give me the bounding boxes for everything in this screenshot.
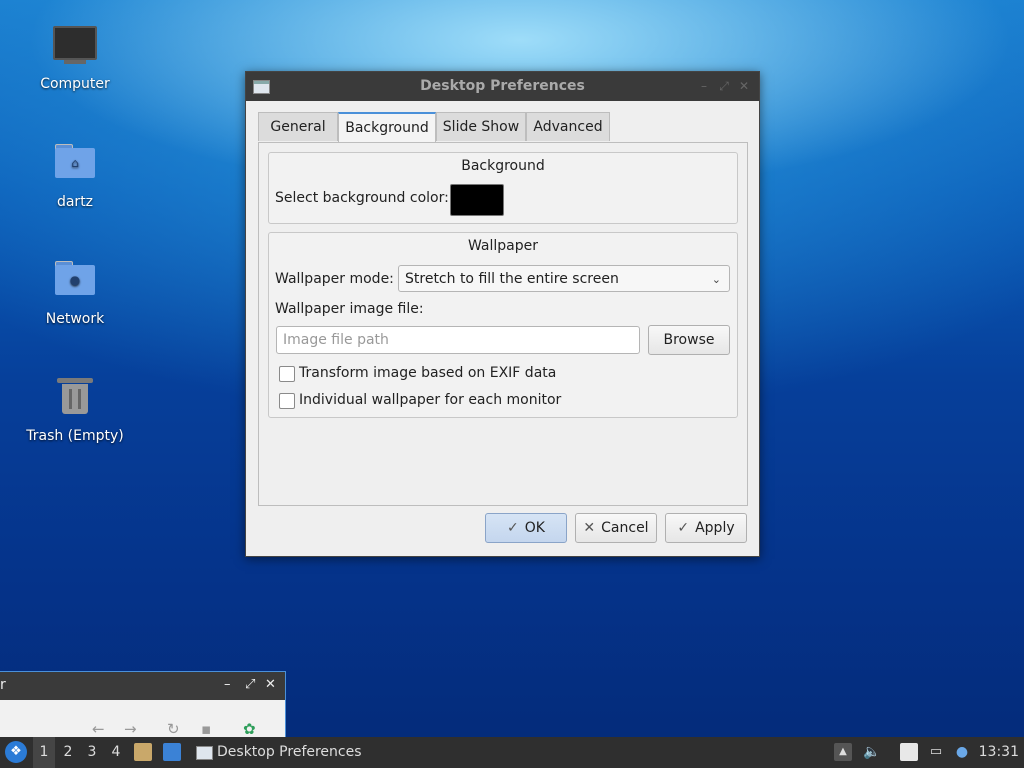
desktop-icon-label: dartz <box>56 194 94 210</box>
wallpaper-file-input[interactable] <box>276 326 640 354</box>
volume-icon[interactable]: 🔈 <box>863 743 881 761</box>
dialog-titlebar[interactable]: Desktop Preferences – ⤢ ✕ <box>246 72 759 101</box>
desktop-icon-trash[interactable]: Trash (Empty) <box>15 372 135 444</box>
background-tab-panel: Background Select background color: Wall… <box>258 142 748 506</box>
checkmark-icon: ✓ <box>677 520 690 536</box>
exif-label: Transform image based on EXIF data <box>299 365 557 381</box>
close-icon[interactable]: ✕ <box>735 77 753 95</box>
tab-background[interactable]: Background <box>338 112 436 144</box>
checkmark-icon: ✓ <box>507 520 519 536</box>
minimize-icon[interactable]: – <box>695 77 713 95</box>
settings-icon[interactable]: ✿ <box>243 720 256 738</box>
file-manager-titlebar[interactable]: r – ⤢ ✕ <box>0 672 285 700</box>
computer-icon <box>53 26 97 70</box>
cancel-icon: ✕ <box>583 520 596 536</box>
tab-advanced[interactable]: Advanced <box>526 112 610 141</box>
workspace-3[interactable]: 3 <box>81 737 103 768</box>
wallpaper-group-title: Wallpaper <box>467 238 539 254</box>
wallpaper-mode-label: Wallpaper mode: <box>275 271 394 287</box>
tab-bar: General Background Slide Show Advanced <box>258 112 610 144</box>
start-menu-icon[interactable]: ❖ <box>5 741 27 763</box>
apply-button[interactable]: ✓ Apply <box>665 513 747 543</box>
wallpaper-mode-value: Stretch to fill the entire screen <box>405 271 619 287</box>
background-group-title: Background <box>461 158 545 174</box>
forward-icon[interactable]: → <box>124 720 137 738</box>
workspace-2[interactable]: 2 <box>57 737 79 768</box>
background-group: Background Select background color: <box>268 152 738 224</box>
desktop-preferences-dialog: Desktop Preferences – ⤢ ✕ General Backgr… <box>245 71 760 557</box>
minimize-icon[interactable]: – <box>224 677 231 692</box>
desktop-icon-home[interactable]: ⌂ dartz <box>15 138 135 210</box>
maximize-icon[interactable]: ⤢ <box>245 677 255 692</box>
taskbar: ❖ 1 2 3 4 Desktop Preferences ▲ 🔈 ▭ ● 13… <box>0 737 1024 768</box>
maximize-icon[interactable]: ⤢ <box>715 77 733 95</box>
reload-icon[interactable]: ↻ <box>167 720 180 738</box>
desktop-icon-label: Trash (Empty) <box>26 428 124 444</box>
browse-button[interactable]: Browse <box>648 325 730 355</box>
desktop-icon-network[interactable]: ● Network <box>15 255 135 327</box>
desktop-icon-computer[interactable]: Computer <box>15 22 135 92</box>
tab-slide-show[interactable]: Slide Show <box>436 112 526 141</box>
apply-label: Apply <box>695 520 735 536</box>
cancel-button[interactable]: ✕ Cancel <box>575 513 657 543</box>
trash-icon <box>53 378 97 422</box>
wallpaper-mode-select[interactable]: Stretch to fill the entire screen ⌄ <box>398 265 730 292</box>
task-label: Desktop Preferences <box>217 744 362 760</box>
chevron-down-icon: ⌄ <box>711 273 721 286</box>
exif-checkbox[interactable] <box>279 366 295 382</box>
file-manager-window[interactable]: r – ⤢ ✕ ← → ↻ ▪ ✿ <box>0 671 286 743</box>
home-folder-icon: ⌂ <box>53 144 97 188</box>
ok-button[interactable]: ✓ OK <box>485 513 567 543</box>
taskbar-task-desktop-preferences[interactable]: Desktop Preferences <box>193 737 362 768</box>
network-icon[interactable]: ▭ <box>927 743 945 761</box>
workspace-1[interactable]: 1 <box>33 737 55 768</box>
background-color-button[interactable] <box>450 184 504 216</box>
file-manager-title: r <box>0 677 6 693</box>
network-folder-icon: ● <box>53 261 97 305</box>
back-icon[interactable]: ← <box>92 720 105 738</box>
clock[interactable]: 13:31 <box>979 737 1019 768</box>
wallpaper-file-label: Wallpaper image file: <box>275 301 424 317</box>
update-notifier-icon[interactable]: ● <box>953 743 971 761</box>
workspace-4[interactable]: 4 <box>105 737 127 768</box>
new-folder-icon[interactable]: ▪ <box>201 720 211 738</box>
cancel-label: Cancel <box>601 520 649 536</box>
clipboard-icon[interactable] <box>900 743 918 761</box>
window-icon <box>196 746 213 760</box>
background-color-label: Select background color: <box>275 190 449 206</box>
wallpaper-group: Wallpaper Wallpaper mode: Stretch to fil… <box>268 232 738 418</box>
tab-general[interactable]: General <box>258 112 338 141</box>
close-icon[interactable]: ✕ <box>265 677 276 692</box>
ok-label: OK <box>524 520 545 536</box>
tray-up-icon[interactable]: ▲ <box>834 743 852 761</box>
per-monitor-checkbox[interactable] <box>279 393 295 409</box>
desktop-icon-label: Network <box>45 311 105 327</box>
file-manager-launcher-icon[interactable] <box>134 743 152 761</box>
desktop-icon-label: Computer <box>40 76 110 92</box>
dialog-title: Desktop Preferences <box>420 78 585 94</box>
per-monitor-label: Individual wallpaper for each monitor <box>299 392 562 408</box>
show-desktop-icon[interactable] <box>163 743 181 761</box>
